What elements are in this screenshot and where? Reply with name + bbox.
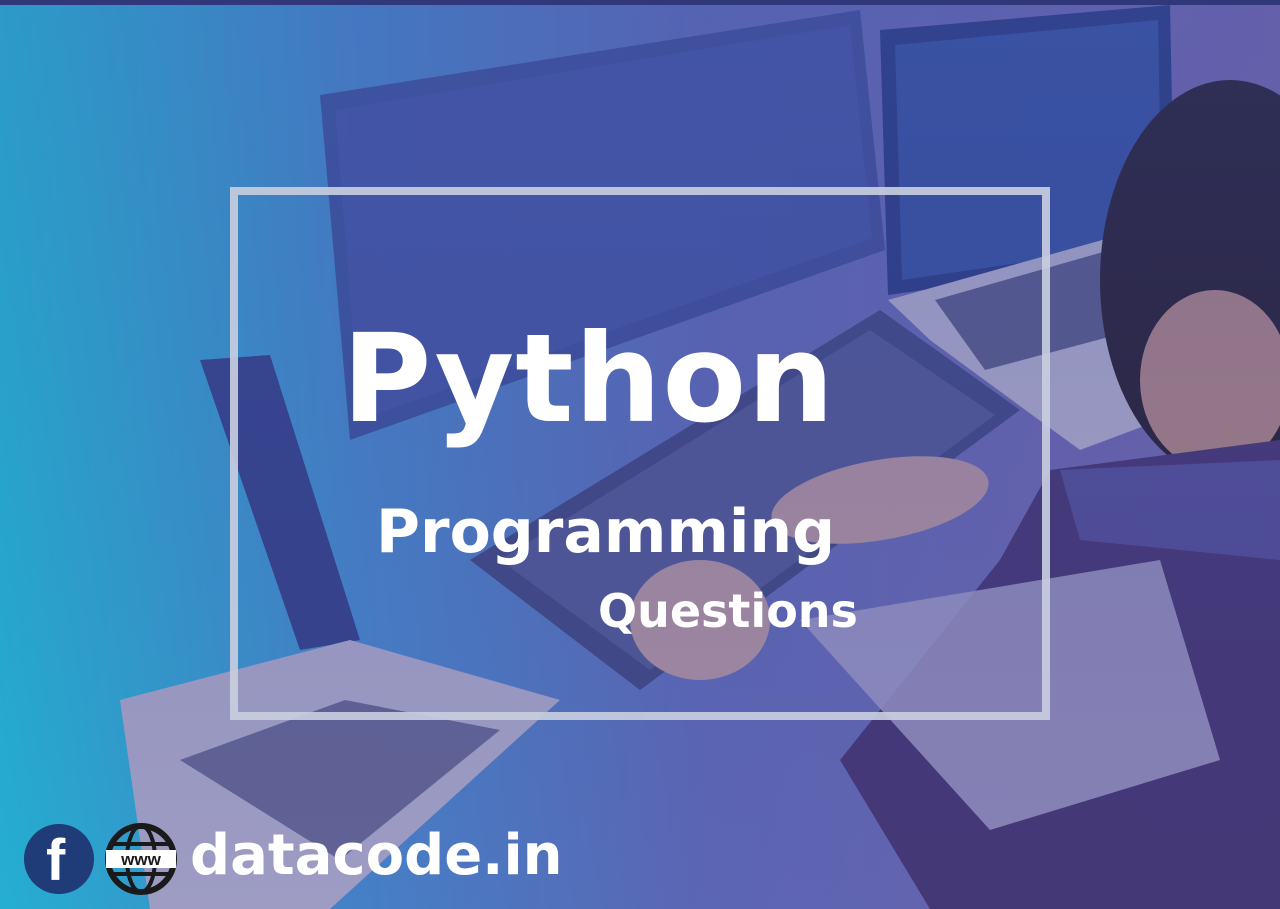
website-label: datacode.in bbox=[190, 823, 563, 888]
facebook-icon: f bbox=[24, 824, 94, 894]
title-frame bbox=[230, 187, 1050, 720]
subtitle-programming: Programming bbox=[376, 497, 836, 567]
title-python: Python bbox=[342, 308, 836, 450]
globe-www-icon: www bbox=[105, 823, 177, 895]
subtitle-questions: Questions bbox=[598, 584, 858, 638]
svg-text:www: www bbox=[120, 850, 161, 869]
